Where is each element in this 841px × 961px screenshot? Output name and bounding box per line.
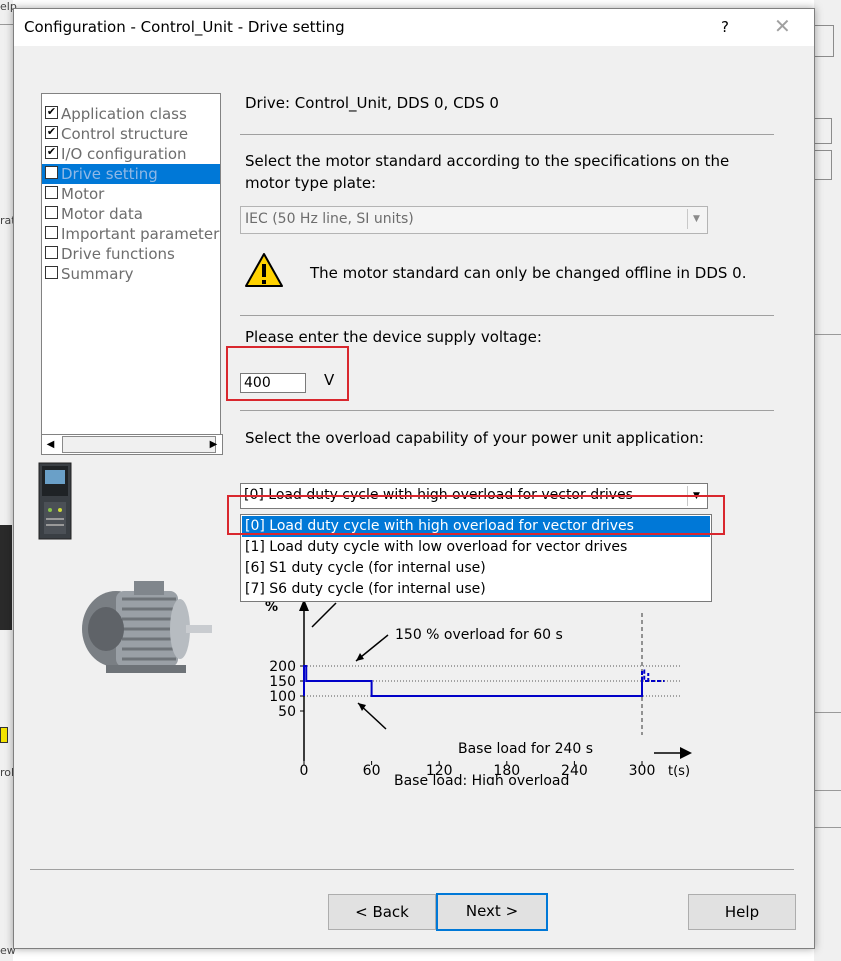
background-dark-block (0, 525, 12, 630)
background-right-button-3[interactable] (814, 150, 832, 180)
background-left-strip (0, 0, 13, 961)
chart-x-unit-label: t(s) (668, 764, 690, 779)
background-right-line-2 (814, 712, 841, 713)
motor-image (82, 581, 212, 673)
checkbox-unchecked (45, 166, 58, 179)
background-right-line-1 (814, 334, 841, 335)
chart-x-tick-label: 0 (300, 763, 309, 779)
nav-horizontal-scrollbar[interactable]: ◀ ▶ (41, 434, 223, 455)
voltage-highlight-box (226, 346, 349, 401)
nav-item-drive-setting[interactable]: Drive setting (42, 164, 220, 184)
nav-item-important-parameters[interactable]: Important parameters (42, 224, 220, 244)
motor-standard-select[interactable]: IEC (50 Hz line, SI units) ▼ (240, 206, 708, 234)
background-divider (0, 24, 13, 25)
checkbox-unchecked (45, 266, 58, 279)
voltage-prompt: Please enter the device supply voltage: (245, 328, 542, 346)
nav-item-label: Control structure (61, 125, 189, 143)
chart-x-tick-label: 300 (629, 763, 656, 779)
nav-item-label: Application class (61, 105, 187, 123)
drive-info-text: Drive: Control_Unit, DDS 0, CDS 0 (245, 94, 499, 112)
separator (240, 410, 774, 411)
nav-item-label: Motor data (61, 205, 143, 223)
nav-item-label: I/O configuration (61, 145, 187, 163)
warning-text: The motor standard can only be changed o… (310, 264, 747, 282)
nav-item-application-class[interactable]: ✔ Application class (42, 104, 220, 124)
checkbox-unchecked (45, 186, 58, 199)
chart-y-tick-label: 150 (269, 674, 296, 690)
checkbox-checked: ✔ (45, 105, 58, 119)
drive-unit-image (38, 462, 72, 540)
wizard-step-tree[interactable]: ✔ Application class ✔ Control structure ✔ I… (41, 93, 221, 435)
nav-item-label: Motor (61, 185, 105, 203)
next-button[interactable]: Next > (436, 893, 548, 931)
help-question-icon[interactable]: ? (721, 18, 729, 36)
background-fragment-rol: rol (0, 766, 15, 779)
motor-standard-value: IEC (50 Hz line, SI units) (245, 211, 414, 227)
nav-item-io-configuration[interactable]: ✔ I/O configuration (42, 144, 220, 164)
background-right-line-4 (814, 827, 841, 828)
chart-y-tick-label: 50 (278, 704, 296, 720)
chart-y-unit-label: % (265, 600, 278, 615)
nav-item-label: Drive setting (61, 165, 158, 183)
nav-item-label: Summary (61, 265, 134, 283)
nav-item-motor-data[interactable]: Motor data (42, 204, 220, 224)
checkbox-checked: ✔ (45, 145, 58, 159)
chart-annotation-base-load: Base load for 240 s (458, 741, 593, 757)
separator (240, 134, 774, 135)
separator (30, 869, 794, 870)
nav-item-label: Important parameters (61, 225, 221, 243)
chart-x-axis-arrow (680, 747, 692, 759)
scroll-left-icon[interactable]: ◀ (42, 435, 59, 454)
background-right-strip (814, 0, 841, 961)
overload-option[interactable]: [7] S6 duty cycle (for internal use) (242, 579, 710, 600)
motor-standard-prompt-line1: Select the motor standard according to t… (245, 152, 730, 170)
scroll-right-icon[interactable]: ▶ (205, 435, 222, 454)
dialog-titlebar: Configuration - Control_Unit - Drive set… (14, 9, 814, 46)
overload-prompt: Select the overload capability of your p… (245, 429, 704, 447)
nav-item-drive-functions[interactable]: Drive functions (42, 244, 220, 264)
background-right-button-2[interactable] (814, 118, 832, 144)
chart-caption: Base load: High overload (394, 773, 569, 785)
chart-y-tick-label: 200 (269, 659, 296, 675)
checkbox-unchecked (45, 226, 58, 239)
background-right-line-3 (814, 790, 841, 791)
checkbox-unchecked (45, 206, 58, 219)
separator (240, 315, 774, 316)
configuration-dialog: Configuration - Control_Unit - Drive set… (13, 8, 815, 949)
chart-annotation-overload: 150 % overload for 60 s (395, 627, 563, 643)
background-yellow-marker (0, 727, 8, 743)
overload-option-highlight-box (227, 495, 725, 535)
back-button[interactable]: < Back (328, 894, 436, 930)
nav-item-control-structure[interactable]: ✔ Control structure (42, 124, 220, 144)
nav-item-label: Drive functions (61, 245, 175, 263)
warning-icon (245, 253, 283, 287)
scrollbar-thumb[interactable] (62, 436, 216, 453)
chart-series-dashed-tail (641, 669, 665, 682)
chevron-down-icon[interactable]: ▼ (687, 209, 705, 229)
overload-option[interactable]: [6] S1 duty cycle (for internal use) (242, 558, 710, 579)
checkbox-checked: ✔ (45, 125, 58, 139)
overload-chart: 200150100500 60 120 180 240 300 % t(s) 150 % … (265, 599, 692, 785)
nav-item-motor[interactable]: Motor (42, 184, 220, 204)
checkbox-unchecked (45, 246, 58, 259)
chart-annotation-arrow (311, 602, 337, 628)
background-right-button-1[interactable] (814, 25, 834, 57)
help-button[interactable]: Help (688, 894, 796, 930)
close-icon[interactable]: ✕ (774, 14, 791, 38)
nav-item-summary[interactable]: Summary (42, 264, 220, 284)
chart-x-tick-label: 60 (363, 763, 381, 779)
chart-annotation-arrowhead (356, 653, 364, 661)
dialog-title: Configuration - Control_Unit - Drive set… (24, 18, 345, 36)
chart-y-tick-label: 100 (269, 689, 296, 705)
motor-standard-prompt-line2: motor type plate: (245, 174, 377, 192)
chart-ticks: 200150100500 60 120 180 240 300 (269, 659, 655, 779)
overload-option[interactable]: [1] Load duty cycle with low overload fo… (242, 537, 710, 558)
